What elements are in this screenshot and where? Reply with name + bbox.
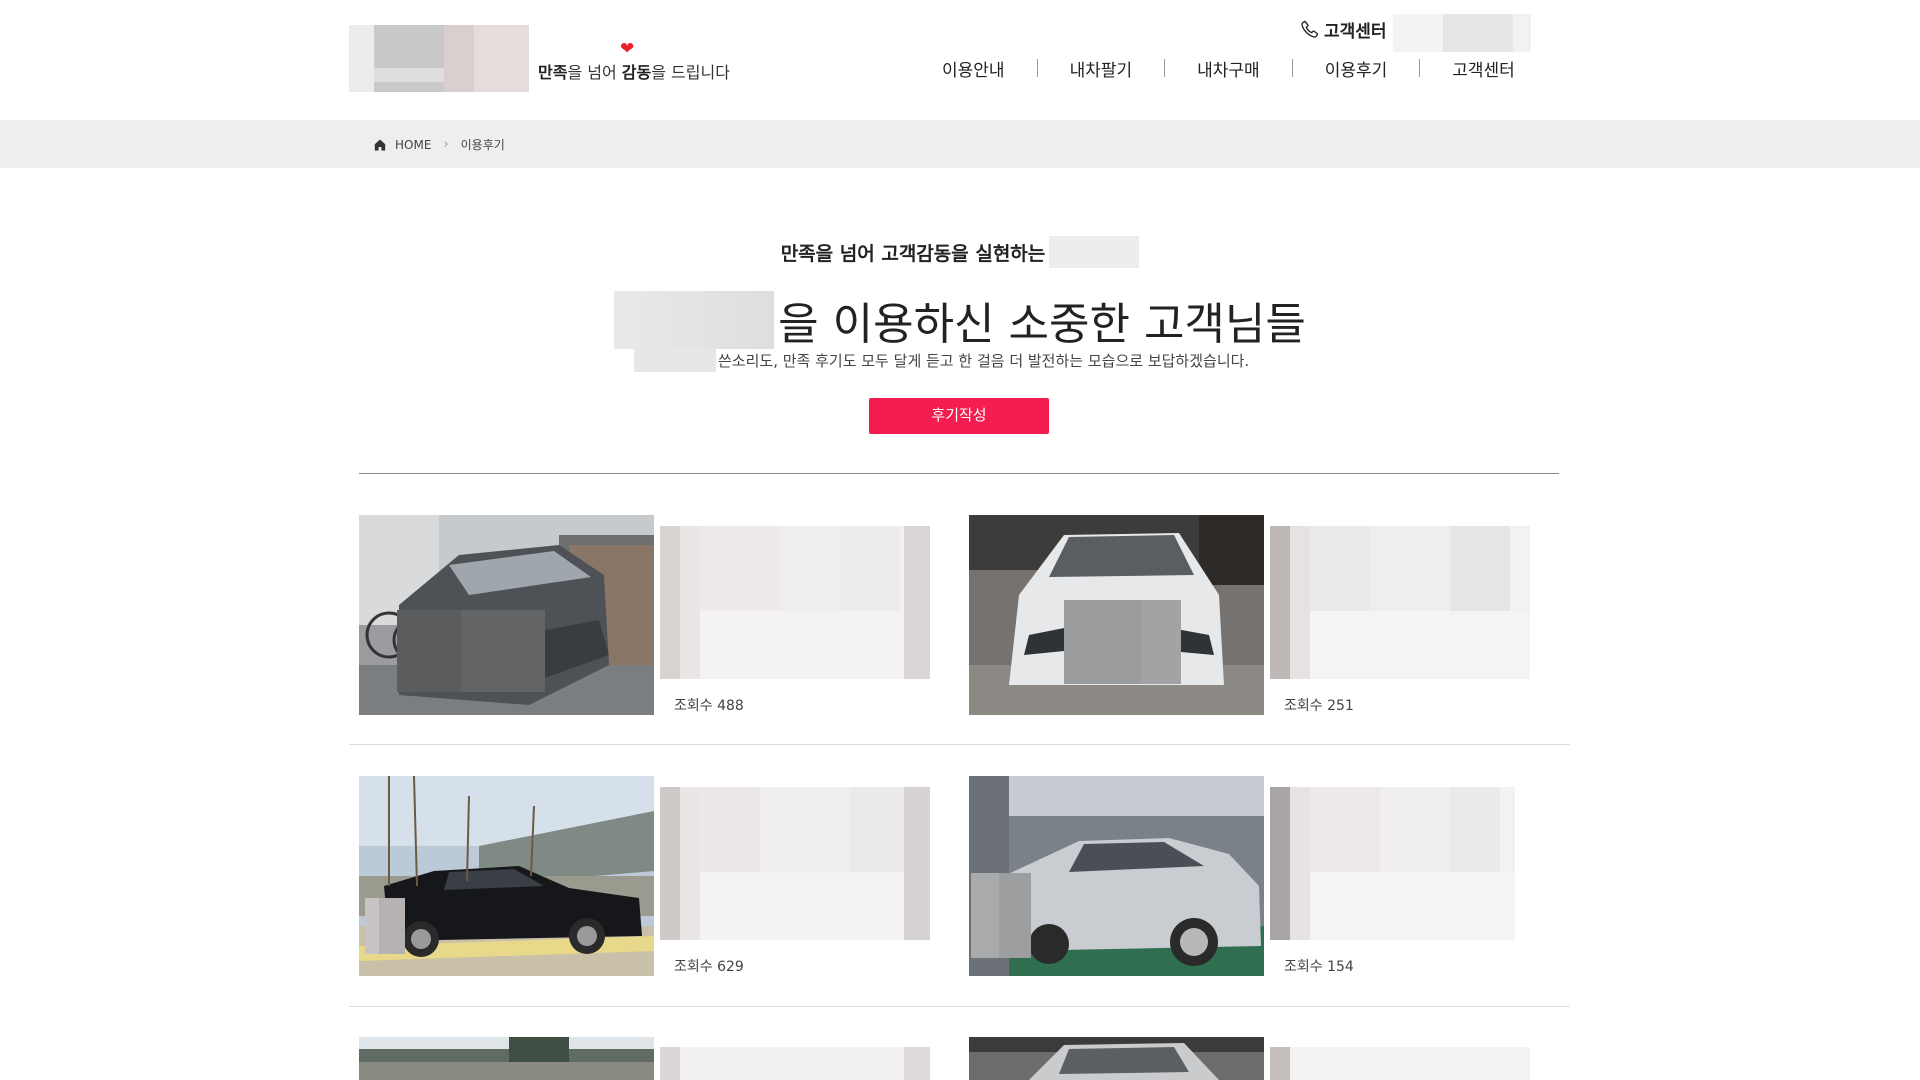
- review-card[interactable]: 조회수 251: [969, 515, 1549, 715]
- section-divider: [359, 473, 1559, 474]
- nav-item-guide[interactable]: 이용안내: [910, 56, 1037, 81]
- review-text-redacted: [1270, 1047, 1540, 1080]
- intro-subtitle: 만족을 넘어 고객감동을 실현하는: [0, 236, 1920, 268]
- redacted-block: [660, 1047, 930, 1080]
- review-text-redacted: [1270, 787, 1540, 940]
- row-divider: [349, 1006, 1570, 1007]
- redacted-block: [1270, 1047, 1530, 1080]
- redacted-block: [1270, 787, 1515, 940]
- nav-item-sell-car[interactable]: 내차팔기: [1038, 56, 1165, 81]
- redacted-block: [1270, 526, 1530, 679]
- slogan-emphasis-1: 만족: [538, 63, 568, 82]
- site-header: ❤ 만족을 넘어 감동을 드립니다 고객센터 이용안내 내차팔기 내차구매 이용…: [0, 0, 1920, 120]
- intro-subtitle-text: 만족을 넘어 고객감동을 실현하는: [780, 242, 1046, 265]
- white-sedan-photo: [969, 515, 1264, 715]
- redacted-block: [660, 526, 930, 679]
- brand-name-redacted: [634, 348, 716, 372]
- review-text-redacted: [1270, 526, 1540, 679]
- breadcrumb-current: 이용후기: [460, 138, 505, 152]
- view-count: 조회수 629: [674, 959, 744, 975]
- slogan-emphasis-2: 감동: [621, 63, 652, 82]
- intro-title-text: 을 이용하신 소중한 고객님들: [778, 299, 1306, 350]
- review-photo[interactable]: [969, 776, 1264, 976]
- black-sedan-photo: [359, 776, 654, 976]
- review-photo[interactable]: [969, 515, 1264, 715]
- view-count: 조회수 251: [1284, 698, 1354, 714]
- brand-name-redacted: [614, 291, 775, 349]
- intro-description-text: 쓴소리도, 만족 후기도 모두 달게 듣고 한 걸음 더 발전하는 모습으로 보…: [718, 351, 1250, 370]
- nav-item-customer-center[interactable]: 고객센터: [1420, 56, 1547, 81]
- site-logo[interactable]: [349, 25, 529, 92]
- header-slogan: 만족을 넘어 감동을 드립니다: [538, 59, 730, 83]
- silver-car-photo: [969, 1037, 1264, 1080]
- nav-item-buy-car[interactable]: 내차구매: [1165, 56, 1292, 81]
- silver-sedan-photo: [969, 776, 1264, 976]
- review-card[interactable]: 조회수 488: [359, 515, 939, 715]
- phone-icon: [1301, 20, 1319, 38]
- review-card[interactable]: [969, 1037, 1549, 1080]
- review-card[interactable]: 조회수 629: [359, 776, 939, 976]
- view-count: 조회수 154: [1284, 959, 1354, 975]
- slogan-text-1: 을 넘어: [567, 63, 622, 82]
- review-photo[interactable]: [359, 515, 654, 715]
- review-text-redacted: [660, 526, 930, 679]
- heart-icon: ❤: [620, 39, 635, 59]
- gray-suv-photo: [359, 515, 654, 715]
- intro-description: 쓴소리도, 만족 후기도 모두 달게 듣고 한 걸음 더 발전하는 모습으로 보…: [634, 348, 1249, 372]
- home-icon[interactable]: [374, 139, 386, 151]
- write-review-button[interactable]: 후기작성: [869, 398, 1049, 434]
- redacted-block: [660, 787, 930, 940]
- breadcrumb-home[interactable]: HOME: [395, 138, 431, 152]
- brand-name-redacted: [1049, 236, 1140, 268]
- view-count: 조회수 488: [674, 698, 744, 714]
- review-text-redacted: [660, 787, 930, 940]
- review-card[interactable]: 조회수 154: [969, 776, 1549, 976]
- car-lot-photo: [359, 1037, 654, 1080]
- review-card[interactable]: [359, 1037, 939, 1080]
- review-photo[interactable]: [359, 776, 654, 976]
- phone-number-redacted: [1393, 14, 1531, 52]
- review-photo[interactable]: [359, 1037, 654, 1080]
- breadcrumb-bar: HOME › 이용후기: [0, 120, 1920, 168]
- main-nav: 이용안내 내차팔기 내차구매 이용후기 고객센터: [910, 56, 1547, 81]
- customer-center-phone[interactable]: 고객센터: [1300, 17, 1387, 42]
- breadcrumb: HOME › 이용후기: [374, 136, 505, 153]
- chevron-right-icon: ›: [443, 137, 449, 152]
- review-photo[interactable]: [969, 1037, 1264, 1080]
- row-divider: [349, 744, 1570, 745]
- review-text-redacted: [660, 1047, 930, 1080]
- nav-item-reviews[interactable]: 이용후기: [1293, 56, 1420, 81]
- phone-label: 고객센터: [1324, 21, 1387, 42]
- slogan-text-2: 을 드립니다: [651, 63, 730, 82]
